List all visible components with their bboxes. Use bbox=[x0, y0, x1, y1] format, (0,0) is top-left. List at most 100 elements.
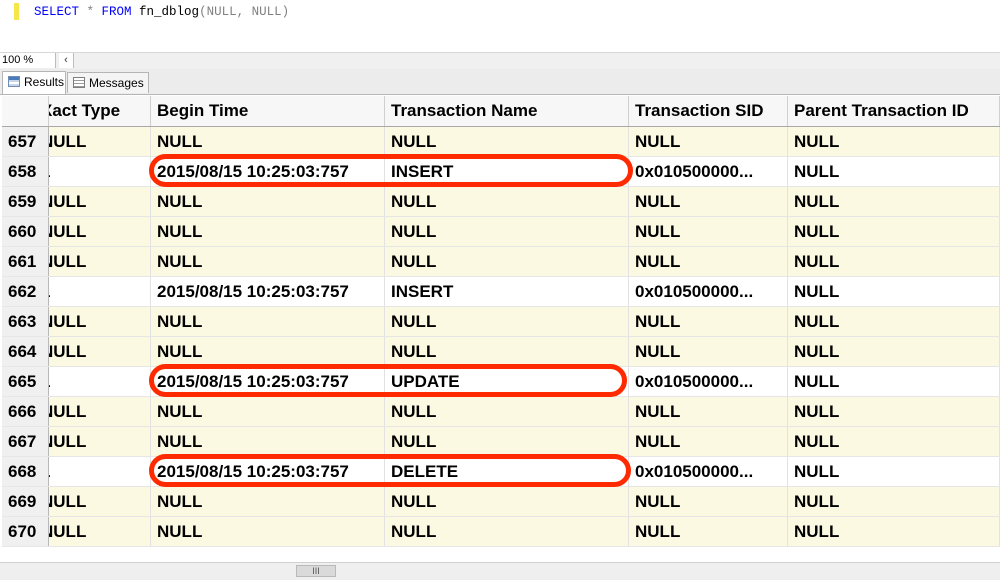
parent-transaction-id-cell[interactable]: NULL bbox=[788, 127, 1000, 156]
transaction-name-cell[interactable]: NULL bbox=[385, 217, 629, 246]
row-number-cell[interactable]: 670 bbox=[2, 517, 49, 546]
column-header-xact-type[interactable]: Xact Type bbox=[49, 96, 151, 126]
transaction-sid-cell[interactable]: NULL bbox=[629, 127, 788, 156]
parent-transaction-id-cell[interactable]: NULL bbox=[788, 337, 1000, 366]
column-header-begin-time[interactable]: Begin Time bbox=[151, 96, 385, 126]
parent-transaction-id-cell[interactable]: NULL bbox=[788, 247, 1000, 276]
transaction-sid-cell[interactable]: NULL bbox=[629, 427, 788, 456]
row-number-cell[interactable]: 666 bbox=[2, 397, 49, 426]
parent-transaction-id-cell[interactable]: NULL bbox=[788, 457, 1000, 486]
parent-transaction-id-cell[interactable]: NULL bbox=[788, 187, 1000, 216]
query-editor[interactable]: SELECT * FROM fn_dblog(NULL, NULL) bbox=[0, 0, 1000, 52]
transaction-name-cell[interactable]: NULL bbox=[385, 427, 629, 456]
begin-time-cell[interactable]: 2015/08/15 10:25:03:757 bbox=[151, 367, 385, 396]
horizontal-scrollbar[interactable]: III bbox=[0, 562, 1000, 580]
tab-results[interactable]: Results bbox=[2, 71, 66, 94]
xact-type-cell[interactable]: NULL bbox=[49, 187, 151, 216]
table-row[interactable]: 657NULLNULLNULLNULLNULL bbox=[2, 127, 1000, 157]
row-number-cell[interactable]: 664 bbox=[2, 337, 49, 366]
xact-type-cell[interactable]: NULL bbox=[49, 127, 151, 156]
row-number-cell[interactable]: 661 bbox=[2, 247, 49, 276]
table-row[interactable]: 66812015/08/15 10:25:03:757DELETE0x01050… bbox=[2, 457, 1000, 487]
xact-type-cell[interactable]: NULL bbox=[49, 397, 151, 426]
row-number-cell[interactable]: 663 bbox=[2, 307, 49, 336]
transaction-name-cell[interactable]: NULL bbox=[385, 337, 629, 366]
column-header-parent-transaction-id[interactable]: Parent Transaction ID bbox=[788, 96, 1000, 126]
xact-type-cell[interactable]: 1 bbox=[49, 367, 151, 396]
transaction-sid-cell[interactable]: NULL bbox=[629, 517, 788, 546]
transaction-sid-cell[interactable]: 0x010500000... bbox=[629, 457, 788, 486]
begin-time-cell[interactable]: NULL bbox=[151, 427, 385, 456]
scroll-left-arrow-icon[interactable]: ‹ bbox=[59, 53, 74, 68]
results-grid[interactable]: Xact Type Begin Time Transaction Name Tr… bbox=[2, 96, 1000, 562]
xact-type-cell[interactable]: 1 bbox=[49, 457, 151, 486]
xact-type-cell[interactable]: 1 bbox=[49, 157, 151, 186]
row-number-cell[interactable]: 668 bbox=[2, 457, 49, 486]
tab-messages[interactable]: Messages bbox=[67, 72, 149, 93]
transaction-sid-cell[interactable]: 0x010500000... bbox=[629, 277, 788, 306]
transaction-sid-cell[interactable]: 0x010500000... bbox=[629, 157, 788, 186]
transaction-name-cell[interactable]: INSERT bbox=[385, 277, 629, 306]
query-text[interactable]: SELECT * FROM fn_dblog(NULL, NULL) bbox=[34, 5, 289, 19]
xact-type-cell[interactable]: 1 bbox=[49, 277, 151, 306]
row-number-cell[interactable]: 667 bbox=[2, 427, 49, 456]
begin-time-cell[interactable]: NULL bbox=[151, 397, 385, 426]
table-row[interactable]: 66512015/08/15 10:25:03:757UPDATE0x01050… bbox=[2, 367, 1000, 397]
xact-type-cell[interactable]: NULL bbox=[49, 427, 151, 456]
transaction-sid-cell[interactable]: NULL bbox=[629, 217, 788, 246]
transaction-name-cell[interactable]: NULL bbox=[385, 187, 629, 216]
parent-transaction-id-cell[interactable]: NULL bbox=[788, 217, 1000, 246]
parent-transaction-id-cell[interactable]: NULL bbox=[788, 307, 1000, 336]
row-number-cell[interactable]: 665 bbox=[2, 367, 49, 396]
row-number-cell[interactable]: 662 bbox=[2, 277, 49, 306]
xact-type-cell[interactable]: NULL bbox=[49, 487, 151, 516]
parent-transaction-id-cell[interactable]: NULL bbox=[788, 367, 1000, 396]
table-row[interactable]: 659NULLNULLNULLNULLNULL bbox=[2, 187, 1000, 217]
xact-type-cell[interactable]: NULL bbox=[49, 517, 151, 546]
row-number-cell[interactable]: 657 bbox=[2, 127, 49, 156]
table-row[interactable]: 670NULLNULLNULLNULLNULL bbox=[2, 517, 1000, 547]
transaction-name-cell[interactable]: UPDATE bbox=[385, 367, 629, 396]
transaction-name-cell[interactable]: NULL bbox=[385, 307, 629, 336]
transaction-name-cell[interactable]: INSERT bbox=[385, 157, 629, 186]
begin-time-cell[interactable]: 2015/08/15 10:25:03:757 bbox=[151, 277, 385, 306]
begin-time-cell[interactable]: NULL bbox=[151, 487, 385, 516]
zoom-select[interactable]: 100 % bbox=[0, 53, 56, 68]
begin-time-cell[interactable]: NULL bbox=[151, 247, 385, 276]
transaction-sid-cell[interactable]: NULL bbox=[629, 247, 788, 276]
transaction-sid-cell[interactable]: NULL bbox=[629, 187, 788, 216]
begin-time-cell[interactable]: 2015/08/15 10:25:03:757 bbox=[151, 457, 385, 486]
table-row[interactable]: 666NULLNULLNULLNULLNULL bbox=[2, 397, 1000, 427]
transaction-sid-cell[interactable]: NULL bbox=[629, 487, 788, 516]
transaction-sid-cell[interactable]: 0x010500000... bbox=[629, 367, 788, 396]
table-row[interactable]: 667NULLNULLNULLNULLNULL bbox=[2, 427, 1000, 457]
table-row[interactable]: 660NULLNULLNULLNULLNULL bbox=[2, 217, 1000, 247]
begin-time-cell[interactable]: NULL bbox=[151, 127, 385, 156]
table-row[interactable]: 664NULLNULLNULLNULLNULL bbox=[2, 337, 1000, 367]
begin-time-cell[interactable]: NULL bbox=[151, 337, 385, 366]
scrollbar-thumb[interactable]: III bbox=[296, 565, 336, 577]
xact-type-cell[interactable]: NULL bbox=[49, 217, 151, 246]
begin-time-cell[interactable]: NULL bbox=[151, 307, 385, 336]
transaction-sid-cell[interactable]: NULL bbox=[629, 337, 788, 366]
table-row[interactable]: 66212015/08/15 10:25:03:757INSERT0x01050… bbox=[2, 277, 1000, 307]
parent-transaction-id-cell[interactable]: NULL bbox=[788, 517, 1000, 546]
transaction-sid-cell[interactable]: NULL bbox=[629, 397, 788, 426]
transaction-name-cell[interactable]: NULL bbox=[385, 397, 629, 426]
table-row[interactable]: 65812015/08/15 10:25:03:757INSERT0x01050… bbox=[2, 157, 1000, 187]
transaction-sid-cell[interactable]: NULL bbox=[629, 307, 788, 336]
parent-transaction-id-cell[interactable]: NULL bbox=[788, 157, 1000, 186]
row-number-cell[interactable]: 669 bbox=[2, 487, 49, 516]
xact-type-cell[interactable]: NULL bbox=[49, 307, 151, 336]
begin-time-cell[interactable]: NULL bbox=[151, 217, 385, 246]
xact-type-cell[interactable]: NULL bbox=[49, 247, 151, 276]
parent-transaction-id-cell[interactable]: NULL bbox=[788, 397, 1000, 426]
table-row[interactable]: 669NULLNULLNULLNULLNULL bbox=[2, 487, 1000, 517]
transaction-name-cell[interactable]: NULL bbox=[385, 517, 629, 546]
transaction-name-cell[interactable]: NULL bbox=[385, 487, 629, 516]
begin-time-cell[interactable]: NULL bbox=[151, 517, 385, 546]
table-row[interactable]: 663NULLNULLNULLNULLNULL bbox=[2, 307, 1000, 337]
table-row[interactable]: 661NULLNULLNULLNULLNULL bbox=[2, 247, 1000, 277]
column-header-transaction-name[interactable]: Transaction Name bbox=[385, 96, 629, 126]
row-number-cell[interactable]: 660 bbox=[2, 217, 49, 246]
